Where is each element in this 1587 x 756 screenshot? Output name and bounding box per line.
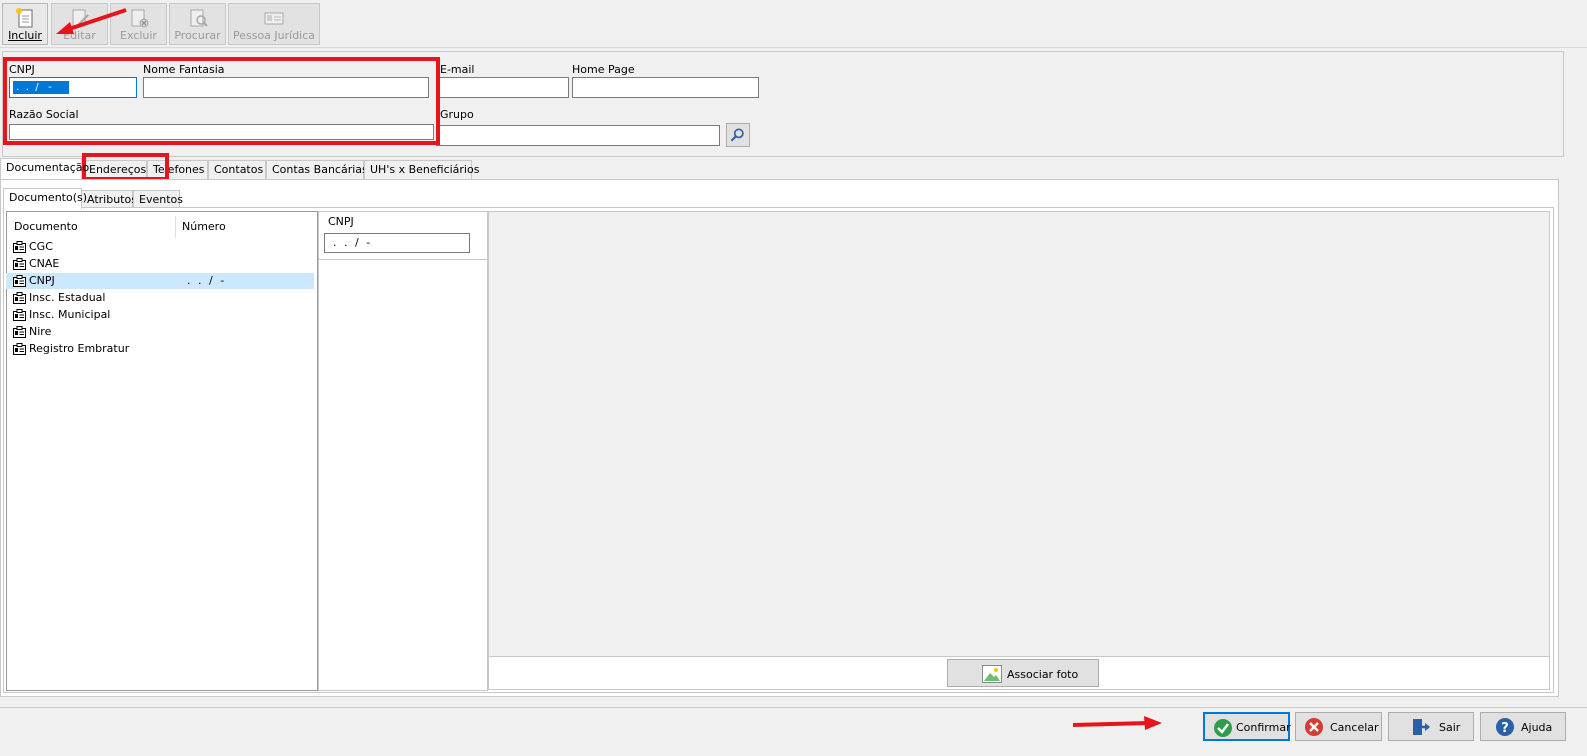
list-item[interactable]: CNAE <box>6 256 314 272</box>
annotation-arrow-top <box>56 8 127 34</box>
home-page-field[interactable] <box>572 77 759 98</box>
grupo-search-button[interactable] <box>726 123 750 147</box>
annotation-box-tab <box>82 153 169 181</box>
confirmar-label: Confirmar <box>1236 721 1291 734</box>
confirmar-button[interactable]: Confirmar <box>1203 712 1291 741</box>
list-item-name: CNPJ <box>29 274 55 287</box>
id-card-icon <box>13 326 26 338</box>
cancel-icon <box>1305 718 1323 736</box>
id-card-icon <box>13 241 26 253</box>
associar-foto-button[interactable]: Associar foto <box>947 659 1099 687</box>
cancelar-button[interactable]: Cancelar <box>1295 712 1382 741</box>
exit-door-icon <box>1413 719 1430 735</box>
footer-separator <box>0 707 1587 708</box>
id-card-icon <box>13 275 26 287</box>
delete-document-icon <box>131 9 148 28</box>
incluir-button[interactable]: Incluir <box>2 3 48 45</box>
id-card-icon <box>13 258 26 270</box>
list-item-name: Insc. Estadual <box>29 291 106 304</box>
svg-text:?: ? <box>1501 721 1509 736</box>
image-icon <box>982 665 1002 683</box>
list-item-name: CGC <box>29 240 53 253</box>
subtab-documentos[interactable]: Documento(s) <box>3 188 87 209</box>
list-item-number: . . / - <box>187 274 227 287</box>
list-item[interactable]: CGC <box>6 239 314 255</box>
tab-documentacao[interactable]: Documentação <box>0 158 89 179</box>
new-document-icon <box>16 8 33 28</box>
tab-uhs-beneficiarios[interactable]: UH's x Beneficiários <box>364 160 479 179</box>
annotation-arrow-bottom <box>1072 716 1162 730</box>
help-icon: ? <box>1496 718 1514 736</box>
list-item-name: Registro Embratur <box>29 342 130 355</box>
cancelar-label: Cancelar <box>1330 721 1379 734</box>
grupo-label: Grupo <box>440 108 474 121</box>
list-item[interactable]: Insc. Municipal <box>6 307 314 323</box>
tab-contatos[interactable]: Contatos <box>208 160 266 179</box>
id-card-icon <box>13 292 26 304</box>
column-header-documento[interactable]: Documento <box>14 220 78 233</box>
id-card-icon <box>13 309 26 321</box>
list-item[interactable]: Insc. Estadual <box>6 290 314 306</box>
column-divider <box>175 216 176 238</box>
company-card-icon <box>264 12 284 25</box>
search-icon <box>730 128 744 142</box>
ajuda-label: Ajuda <box>1521 721 1553 734</box>
column-header-numero[interactable]: Número <box>182 220 226 233</box>
email-field[interactable] <box>436 77 569 98</box>
procurar-label: Procurar <box>174 29 221 42</box>
list-item-selected[interactable]: CNPJ . . / - <box>6 273 314 289</box>
search-document-icon <box>190 9 208 27</box>
annotation-box-form <box>3 57 440 145</box>
associar-foto-label: Associar foto <box>1007 668 1079 681</box>
sair-button[interactable]: Sair <box>1388 712 1474 741</box>
tab-contas-bancarias[interactable]: Contas Bancárias <box>266 160 368 179</box>
incluir-label: Incluir <box>8 29 42 42</box>
detail-panel <box>318 211 488 691</box>
check-icon <box>1214 719 1232 737</box>
sair-label: Sair <box>1439 721 1461 734</box>
list-item[interactable]: Nire <box>6 324 314 340</box>
list-item-name: Insc. Municipal <box>29 308 111 321</box>
id-card-icon <box>13 343 26 355</box>
list-item-name: Nire <box>29 325 52 338</box>
home-page-label: Home Page <box>572 63 635 76</box>
pessoa-juridica-label: Pessoa Jurídica <box>232 29 316 42</box>
grupo-field[interactable] <box>436 125 720 146</box>
list-item[interactable]: Registro Embratur <box>6 341 314 357</box>
pessoa-juridica-button[interactable]: Pessoa Jurídica <box>228 3 320 45</box>
procurar-button[interactable]: Procurar <box>169 3 226 45</box>
ajuda-button[interactable]: ? Ajuda <box>1480 712 1566 741</box>
detail-divider <box>318 259 488 260</box>
email-label: E-mail <box>440 63 475 76</box>
detail-label: CNPJ <box>328 215 354 228</box>
detail-cnpj-value: . . / - <box>333 236 373 249</box>
detail-cnpj-field[interactable]: . . / - <box>324 233 470 253</box>
photo-area <box>488 211 1550 657</box>
list-item-name: CNAE <box>29 257 60 270</box>
